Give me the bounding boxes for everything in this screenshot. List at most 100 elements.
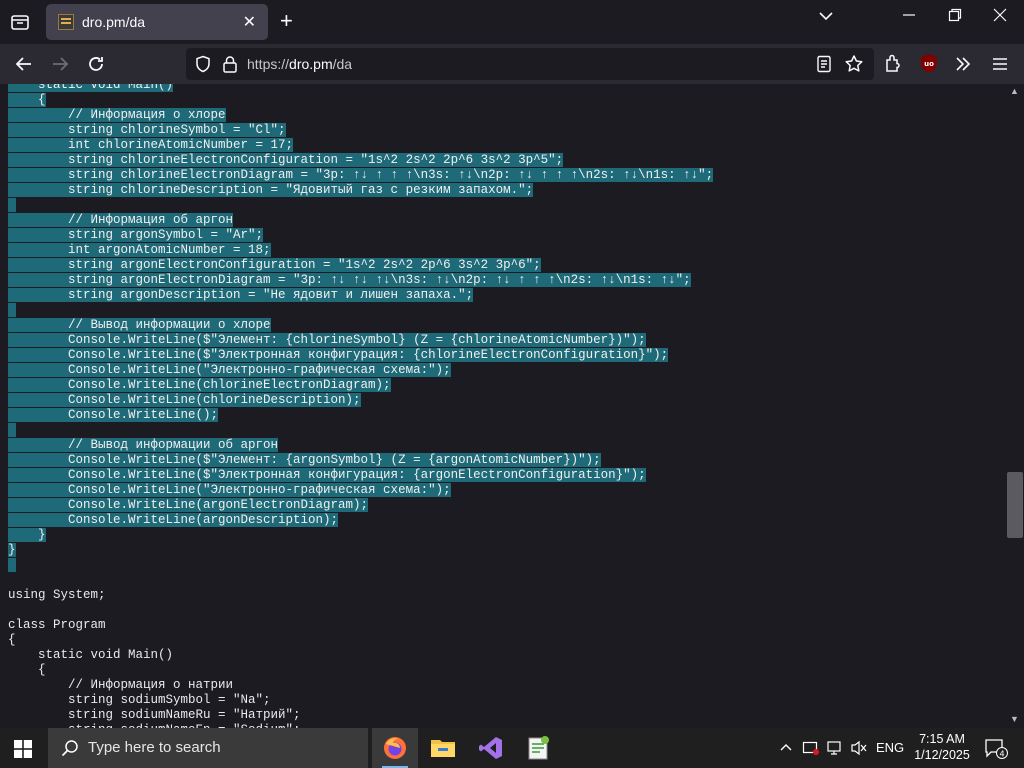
code-line: Console.WriteLine();	[8, 408, 713, 423]
code-line-text: // Вывод информации об аргон	[8, 438, 279, 452]
code-line: string chlorineSymbol = "Cl";	[8, 123, 713, 138]
code-line-text	[8, 558, 16, 572]
close-tab-icon[interactable]: ✕	[243, 12, 256, 32]
code-line: class Program	[8, 618, 713, 633]
overflow-menu-icon[interactable]	[953, 52, 977, 76]
reader-view-icon[interactable]	[816, 55, 832, 78]
vertical-scrollbar[interactable]: ▲ ▼	[1006, 84, 1024, 728]
code-line: static void Main()	[8, 84, 713, 93]
code-line: // Информация о натрии	[8, 678, 713, 693]
ublock-origin-icon[interactable]: uo	[918, 52, 942, 76]
code-line-text: Console.WriteLine($"Элемент: {argonSymbo…	[8, 453, 601, 467]
code-line: {	[8, 93, 713, 108]
code-line-text: Console.WriteLine($"Электронная конфигур…	[8, 348, 669, 362]
code-line-text: {	[8, 663, 46, 677]
address-bar[interactable]: https://dro.pm/da	[186, 48, 874, 80]
code-line-text: int chlorineAtomicNumber = 17;	[8, 138, 294, 152]
language-indicator[interactable]: ENG	[876, 740, 904, 755]
code-line-text: Console.WriteLine($"Элемент: {chlorineSy…	[8, 333, 646, 347]
code-line-text: Console.WriteLine($"Электронная конфигур…	[8, 468, 646, 482]
notification-count: 4	[999, 750, 1004, 759]
code-line-text	[8, 303, 16, 317]
close-window-icon[interactable]	[993, 8, 1007, 27]
volume-muted-icon[interactable]	[850, 738, 868, 760]
code-line-text: // Информация об аргон	[8, 213, 234, 227]
code-line: string chlorineElectronConfiguration = "…	[8, 153, 713, 168]
scroll-up-icon[interactable]: ▲	[1010, 86, 1019, 96]
code-line-text: // Вывод информации о хлоре	[8, 318, 271, 332]
taskbar-visual-studio[interactable]	[468, 728, 514, 768]
code-line: string chlorineDescription = "Ядовитый г…	[8, 183, 713, 198]
url-host: dro.pm	[289, 56, 333, 72]
tray-app-icon[interactable]	[802, 738, 820, 760]
code-line	[8, 198, 713, 213]
show-hidden-icons-chevron[interactable]	[778, 738, 794, 759]
code-line: // Вывод информации о хлоре	[8, 318, 713, 333]
forward-icon[interactable]	[48, 52, 72, 76]
code-line-text: int argonAtomicNumber = 18;	[8, 243, 271, 257]
code-line: }	[8, 528, 713, 543]
code-line: Console.WriteLine(chlorineElectronDiagra…	[8, 378, 713, 393]
code-line-text: Console.WriteLine(chlorineElectronDiagra…	[8, 378, 391, 392]
scroll-down-icon[interactable]: ▼	[1010, 714, 1019, 724]
page-content: static void Main() { // Информация о хло…	[0, 84, 1006, 728]
code-line-text: string chlorineSymbol = "Cl";	[8, 123, 286, 137]
network-icon[interactable]	[826, 738, 844, 760]
bookmark-star-icon[interactable]	[844, 54, 864, 79]
windows-start-icon[interactable]	[14, 740, 32, 758]
code-line: Console.WriteLine(chlorineDescription);	[8, 393, 713, 408]
code-line: string argonElectronDiagram = "3p: ↑↓ ↑↓…	[8, 273, 713, 288]
taskbar-firefox[interactable]	[372, 728, 418, 768]
code-line	[8, 558, 713, 573]
code-line-text: // Информация о хлоре	[8, 108, 226, 122]
code-line-text: }	[8, 543, 16, 557]
code-line: string sodiumNameRu = "Натрий";	[8, 708, 713, 723]
visual-studio-icon	[479, 737, 502, 759]
tracking-protection-icon[interactable]	[194, 55, 212, 78]
code-line-text: string argonElectronConfiguration = "1s^…	[8, 258, 541, 272]
tab-list-icon[interactable]	[8, 10, 32, 34]
taskbar-search-box[interactable]: Type here to search	[48, 728, 368, 768]
code-line-text: {	[8, 93, 46, 107]
code-line-text: {	[8, 633, 16, 647]
code-line: // Вывод информации об аргон	[8, 438, 713, 453]
scrollbar-thumb[interactable]	[1007, 472, 1023, 538]
code-line: string argonElectronConfiguration = "1s^…	[8, 258, 713, 273]
extensions-icon[interactable]	[882, 52, 906, 76]
active-tab[interactable]: dro.pm/da ✕	[46, 4, 268, 40]
code-line: }	[8, 543, 713, 558]
search-placeholder: Type here to search	[88, 739, 221, 756]
back-icon[interactable]	[12, 52, 36, 76]
new-tab-icon[interactable]: +	[280, 8, 293, 34]
code-line-text: string chlorineDescription = "Ядовитый г…	[8, 183, 534, 197]
chevron-down-icon[interactable]	[818, 8, 834, 29]
code-line-text: }	[8, 528, 46, 542]
hamburger-menu-icon[interactable]	[990, 52, 1014, 76]
code-line-text: string sodiumNameRu = "Натрий";	[8, 708, 301, 722]
code-line-text: static void Main()	[8, 84, 174, 92]
code-line-text: string chlorineElectronDiagram = "3p: ↑↓…	[8, 168, 714, 182]
code-line-text: Console.WriteLine("Электронно-графическа…	[8, 363, 451, 377]
code-line-text: class Program	[8, 618, 106, 632]
lock-icon[interactable]	[222, 55, 238, 78]
code-line-text	[8, 198, 16, 212]
code-line-text: Console.WriteLine(argonElectronDiagram);	[8, 498, 369, 512]
search-icon	[60, 738, 80, 763]
restore-icon[interactable]	[948, 8, 962, 27]
code-line: Console.WriteLine($"Элемент: {argonSymbo…	[8, 453, 713, 468]
code-line: // Информация о хлоре	[8, 108, 713, 123]
minimize-icon[interactable]	[902, 8, 916, 27]
code-line: {	[8, 633, 713, 648]
code-line-text: string sodiumSymbol = "Na";	[8, 693, 271, 707]
notification-center-icon[interactable]: 4	[984, 738, 1008, 765]
tab-title: dro.pm/da	[82, 14, 146, 30]
code-line: Console.WriteLine($"Электронная конфигур…	[8, 348, 713, 363]
notepad-plus-icon	[528, 736, 549, 760]
clock[interactable]: 7:15 AM 1/12/2025	[906, 731, 978, 763]
taskbar-file-explorer[interactable]	[420, 728, 466, 768]
taskbar-app-editor[interactable]	[516, 728, 562, 768]
code-line: int argonAtomicNumber = 18;	[8, 243, 713, 258]
reload-icon[interactable]	[84, 52, 108, 76]
code-line: Console.WriteLine("Электронно-графическа…	[8, 363, 713, 378]
